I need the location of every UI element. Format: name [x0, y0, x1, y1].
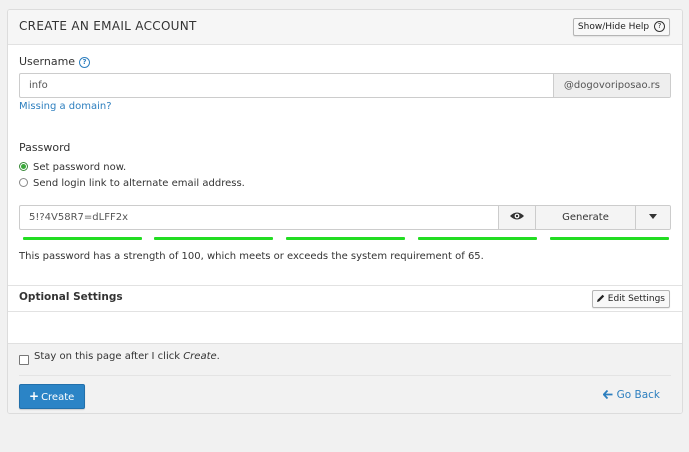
- divider: [8, 285, 682, 286]
- radio-button-checked[interactable]: [19, 162, 28, 171]
- caret-down-icon: [649, 214, 657, 219]
- stay-label-emphasis: Create: [183, 351, 217, 362]
- password-input-group: 5!?4V58R7=dLFF2x Generate: [19, 205, 671, 230]
- question-circle-icon: ?: [654, 21, 665, 32]
- username-label-row: Username?: [19, 55, 91, 68]
- radio-send-login-label: Send login link to alternate email addre…: [33, 178, 245, 189]
- password-input[interactable]: 5!?4V58R7=dLFF2x: [29, 212, 128, 223]
- password-label: Password: [19, 141, 71, 154]
- username-label: Username: [19, 55, 76, 68]
- show-hide-help-button[interactable]: Show/Hide Help ?: [572, 18, 670, 36]
- go-back-label: Go Back: [616, 389, 660, 401]
- create-label: Create: [41, 392, 75, 403]
- divider: [8, 311, 682, 312]
- radio-send-login-link[interactable]: Send login link to alternate email addre…: [19, 178, 245, 189]
- strength-bar-segment: [154, 237, 273, 240]
- optional-settings-title: Optional Settings: [19, 291, 123, 303]
- go-back-link[interactable]: Go Back: [602, 389, 660, 401]
- stay-label-prefix: Stay on this page after I click: [34, 351, 184, 362]
- edit-settings-button[interactable]: Edit Settings: [591, 290, 670, 308]
- strength-bar-segment: [550, 237, 669, 240]
- form-footer: Stay on this page after I click Create. …: [8, 343, 682, 413]
- strength-bar-segment: [418, 237, 537, 240]
- username-input-group: info @dogovoriposao.rs: [19, 73, 671, 98]
- stay-on-page-label: Stay on this page after I click Create.: [34, 351, 220, 362]
- strength-bar-segment: [286, 237, 405, 240]
- page-title: CREATE AN EMAIL ACCOUNT: [19, 19, 197, 33]
- show-password-button[interactable]: [498, 206, 535, 229]
- panel-header: CREATE AN EMAIL ACCOUNT Show/Hide Help ?: [8, 10, 682, 45]
- radio-button[interactable]: [19, 178, 28, 187]
- footer-divider: [19, 375, 671, 376]
- stay-label-suffix: .: [216, 351, 220, 362]
- missing-domain-link[interactable]: Missing a domain?: [19, 101, 112, 112]
- radio-set-password[interactable]: Set password now.: [19, 162, 126, 173]
- domain-addon: @dogovoriposao.rs: [552, 74, 670, 97]
- help-button-label: Show/Hide Help: [577, 22, 650, 32]
- generate-options-dropdown[interactable]: [635, 206, 670, 229]
- info-circle-icon[interactable]: ?: [79, 57, 91, 68]
- generate-password-button[interactable]: Generate: [535, 206, 635, 229]
- edit-settings-label: Edit Settings: [607, 294, 665, 304]
- radio-set-password-label: Set password now.: [33, 162, 127, 173]
- pencil-icon: [596, 294, 605, 302]
- password-strength-message: This password has a strength of 100, whi…: [19, 251, 484, 262]
- arrow-left-icon: [602, 389, 613, 400]
- plus-icon: +: [29, 389, 40, 403]
- strength-bar-segment: [23, 237, 142, 240]
- stay-on-page-checkbox[interactable]: [19, 355, 29, 365]
- eye-icon: [510, 212, 524, 220]
- username-input[interactable]: info: [29, 80, 48, 91]
- create-button[interactable]: + Create: [19, 384, 86, 409]
- email-account-panel: CREATE AN EMAIL ACCOUNT Show/Hide Help ?…: [7, 9, 683, 414]
